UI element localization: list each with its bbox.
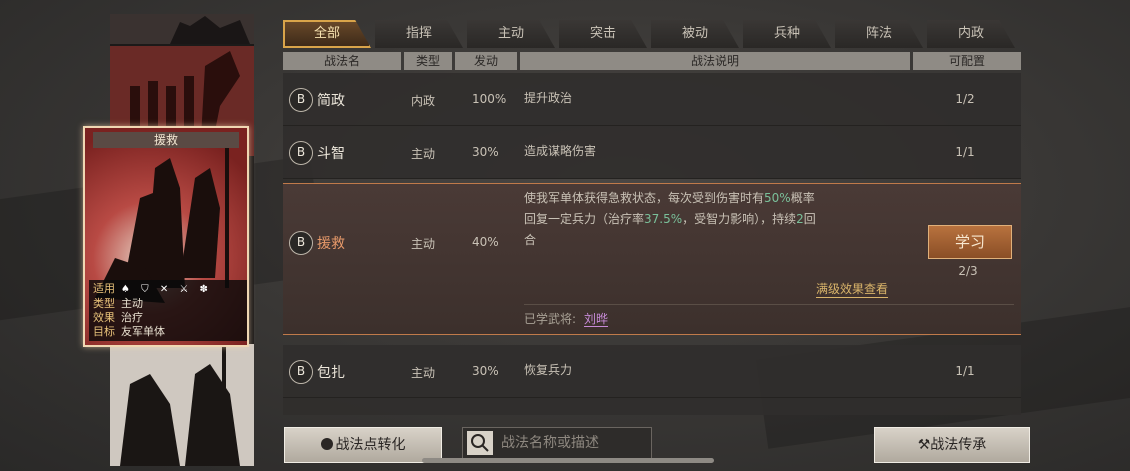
table-row-selected[interactable]: B 援救 主动 40% 使我军单体获得急救状态，每次受到伤害时有50%概率 回复… (283, 183, 1021, 335)
desc-line: 回复一定兵力（治疗率37.5%，受智力影响），持续2回 (524, 209, 919, 230)
grade-badge: B (289, 88, 313, 112)
card-info-row: 效果 治疗 (93, 311, 243, 325)
home-indicator (422, 458, 714, 463)
skill-table: B 简政 内政 100% 提升政治 1/2 B 斗智 主动 30% 造成谋略伤害… (283, 73, 1021, 415)
card-info: 适用 ♠ ⛉ ✕ ⚔ ✽ 类型 主动 效果 治疗 目标 友军单体 (89, 280, 247, 341)
card-info-value: 友军单体 (121, 325, 165, 338)
strip-card (110, 14, 254, 44)
general-name-link[interactable]: 刘晔 (584, 312, 609, 327)
grade-badge: B (289, 360, 313, 384)
desc-text: 概率 (790, 191, 815, 205)
desc-text: 回 (803, 212, 816, 226)
strip-card (110, 344, 254, 466)
tab-command[interactable]: 指挥 (375, 20, 463, 48)
convert-label: 战法点转化 (335, 437, 406, 453)
card-info-row: 适用 ♠ ⛉ ✕ ⚔ ✽ (93, 282, 243, 297)
tab-formation[interactable]: 阵法 (835, 20, 923, 48)
desc-highlight: 2 (796, 212, 804, 226)
grade-badge: B (289, 231, 313, 255)
tab-internal[interactable]: 内政 (927, 20, 1015, 48)
search-icon[interactable] (467, 431, 493, 455)
learn-button[interactable]: 学习 (928, 225, 1012, 259)
header-rate[interactable]: 发动 (455, 52, 517, 70)
skill-type: 主动 (411, 147, 436, 161)
tab-all[interactable]: 全部 (283, 20, 371, 48)
hammer-icon: ⚒ (917, 437, 931, 453)
skill-desc: 提升政治 (524, 91, 573, 105)
view-max-effect-link[interactable]: 满级效果查看 (816, 280, 889, 298)
skill-desc: 造成谋略伤害 (524, 144, 597, 158)
card-info-value: 主动 (121, 297, 143, 310)
search-box[interactable] (462, 427, 652, 459)
convert-points-button[interactable]: 战法点转化 (284, 427, 442, 463)
skill-rate: 30% (472, 364, 499, 378)
header-desc: 战法说明 (520, 52, 910, 70)
header-name[interactable]: 战法名 (283, 52, 401, 70)
table-row-partial[interactable] (283, 398, 1021, 415)
desc-text: ，受智力影响），持续 (682, 212, 797, 226)
skill-desc-full: 使我军单体获得急救状态，每次受到伤害时有50%概率 回复一定兵力（治疗率37.5… (524, 188, 919, 251)
card-info-key: 适用 (93, 282, 115, 295)
learned-generals: 已学武将: 刘晔 (524, 310, 609, 327)
card-info-row: 类型 主动 (93, 297, 243, 311)
flame-icon (320, 438, 333, 450)
skill-name: 包扎 (317, 365, 345, 381)
card-info-key: 类型 (93, 297, 115, 310)
tab-passive[interactable]: 被动 (651, 20, 739, 48)
header-type[interactable]: 类型 (404, 52, 452, 70)
card-info-key: 目标 (93, 325, 115, 338)
desc-line: 使我军单体获得急救状态，每次受到伤害时有50%概率 (524, 188, 919, 209)
card-info-key: 效果 (93, 311, 115, 324)
desc-highlight: 37.5% (644, 212, 683, 226)
skill-type: 内政 (411, 94, 436, 108)
desc-text: 使我军单体获得急救状态，每次受到伤害时有 (524, 191, 765, 205)
skill-rate: 40% (472, 235, 499, 249)
search-input[interactable] (499, 431, 648, 455)
skill-name: 简政 (317, 93, 345, 109)
skill-count: 2/3 (958, 264, 978, 278)
skill-name: 斗智 (317, 146, 345, 162)
skill-rate: 30% (472, 145, 499, 159)
tab-assault[interactable]: 突击 (559, 20, 647, 48)
tab-troop[interactable]: 兵种 (743, 20, 831, 48)
table-row[interactable]: B 简政 内政 100% 提升政治 1/2 (283, 73, 1021, 126)
skill-count: 1/2 (955, 92, 975, 106)
skill-name: 援救 (317, 236, 345, 252)
learned-label: 已学武将: (524, 312, 577, 326)
skill-rate: 100% (472, 92, 507, 106)
divider (524, 304, 1014, 305)
skill-desc: 恢复兵力 (524, 363, 573, 377)
skill-type: 主动 (411, 366, 436, 380)
card-info-row: 目标 友军单体 (93, 325, 243, 339)
desc-line: 合 (524, 233, 537, 247)
unit-type-icons: ♠ ⛉ ✕ ⚔ ✽ (121, 284, 212, 295)
skill-count: 1/1 (955, 364, 975, 378)
header-count[interactable]: 可配置 (913, 52, 1021, 70)
skill-type: 主动 (411, 237, 436, 251)
table-row[interactable]: B 斗智 主动 30% 造成谋略伤害 1/1 (283, 126, 1021, 179)
inherit-skill-button[interactable]: ⚒战法传承 (874, 427, 1030, 463)
card-info-value: 治疗 (121, 311, 143, 324)
grade-badge: B (289, 141, 313, 165)
desc-text: 回复一定兵力（治疗率 (524, 212, 645, 226)
skill-card[interactable]: 援救 适用 ♠ ⛉ ✕ ⚔ ✽ 类型 主动 效果 治疗 目标 友军单体 (83, 126, 249, 347)
inherit-label: 战法传承 (930, 437, 987, 453)
tab-active[interactable]: 主动 (467, 20, 555, 48)
table-row[interactable]: B 包扎 主动 30% 恢复兵力 1/1 (283, 345, 1021, 398)
skill-count: 1/1 (955, 145, 975, 159)
desc-highlight: 50% (764, 191, 791, 205)
